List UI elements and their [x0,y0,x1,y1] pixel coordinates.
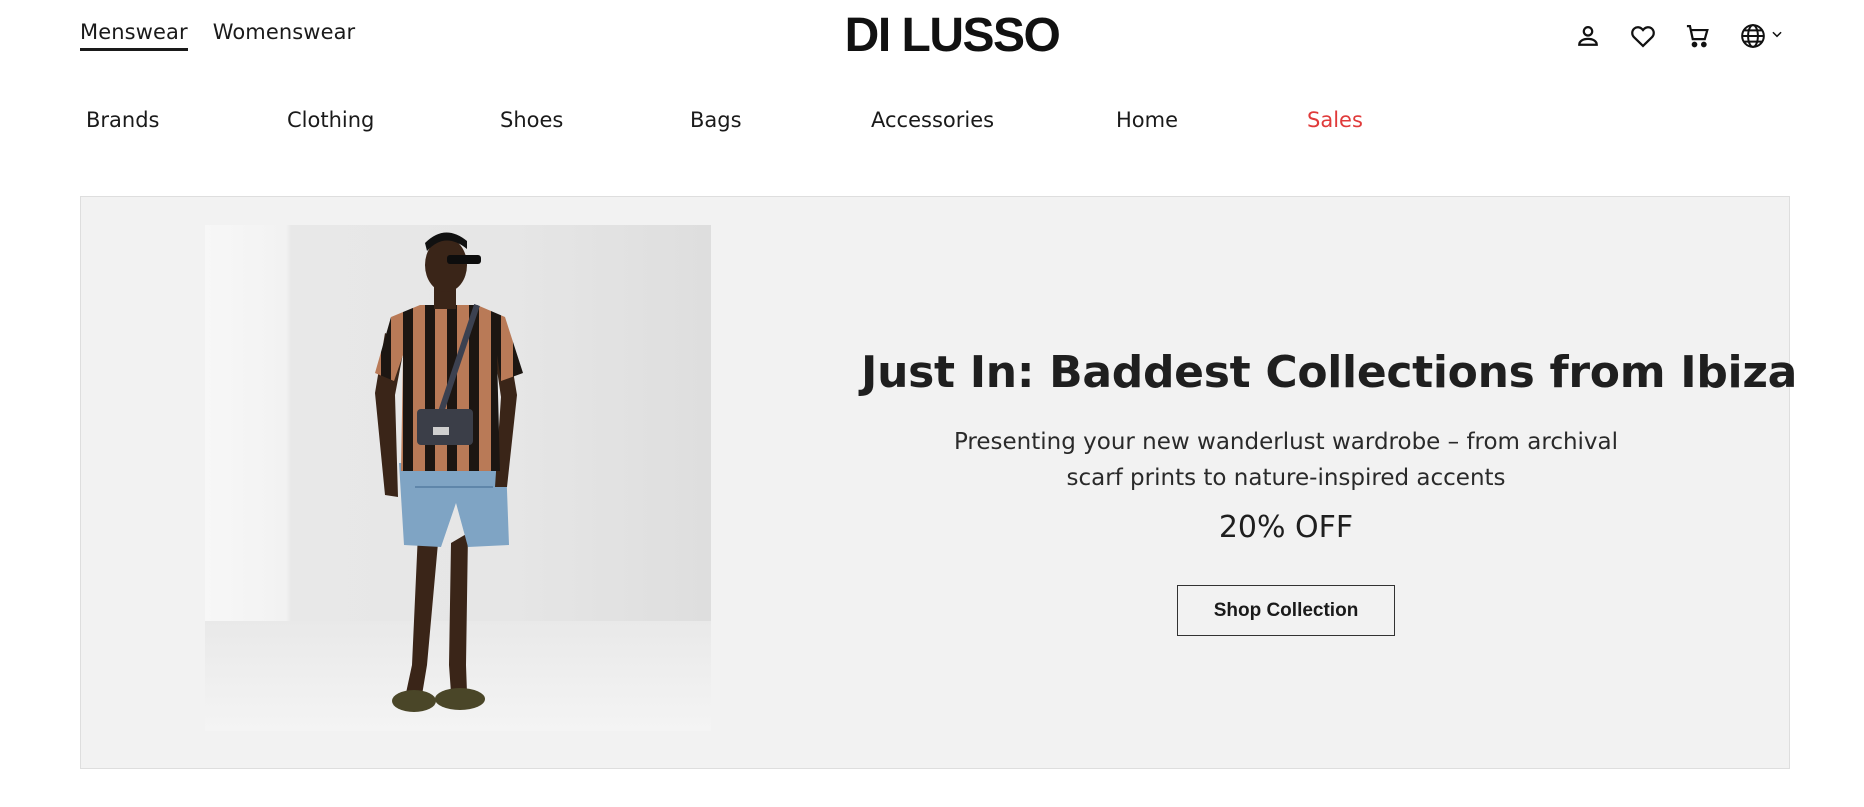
tab-womenswear[interactable]: Womenswear [213,20,356,51]
shop-collection-button[interactable]: Shop Collection [1177,585,1395,636]
utility-icons [1572,20,1784,51]
hero-title: Just In: Baddest Collections from Ibiza [861,347,1798,398]
discount-label: 20% OFF [1218,510,1354,545]
language-selector[interactable] [1737,20,1784,51]
hero-model-image [205,225,711,731]
globe-icon [1737,20,1768,51]
account-icon[interactable] [1572,20,1603,51]
chevron-down-icon [1770,26,1784,45]
nav-item-brands[interactable]: Brands [86,108,160,132]
nav-item-sales[interactable]: Sales [1307,108,1363,132]
model-figure [375,232,523,712]
tab-menswear[interactable]: Menswear [80,20,188,51]
nav-item-clothing[interactable]: Clothing [287,108,374,132]
nav-item-shoes[interactable]: Shoes [500,108,563,132]
brand-logo[interactable]: DI LUSSO [845,9,1061,62]
nav-item-bags[interactable]: Bags [690,108,742,132]
hero-banner: Just In: Baddest Collections from Ibiza … [80,196,1798,769]
wishlist-heart-icon[interactable] [1627,20,1658,51]
nav-item-home[interactable]: Home [1116,108,1178,132]
top-bar: Menswear Womenswear DI LUSSO [0,0,1864,72]
hero-subtitle: Presenting your new wanderlust wardrobe … [953,429,1619,491]
cart-icon[interactable] [1682,20,1713,51]
hero-copy: Just In: Baddest Collections from Ibiza … [861,347,1798,636]
gender-tabs: Menswear Womenswear [80,20,355,51]
nav-item-accessories[interactable]: Accessories [871,108,994,132]
